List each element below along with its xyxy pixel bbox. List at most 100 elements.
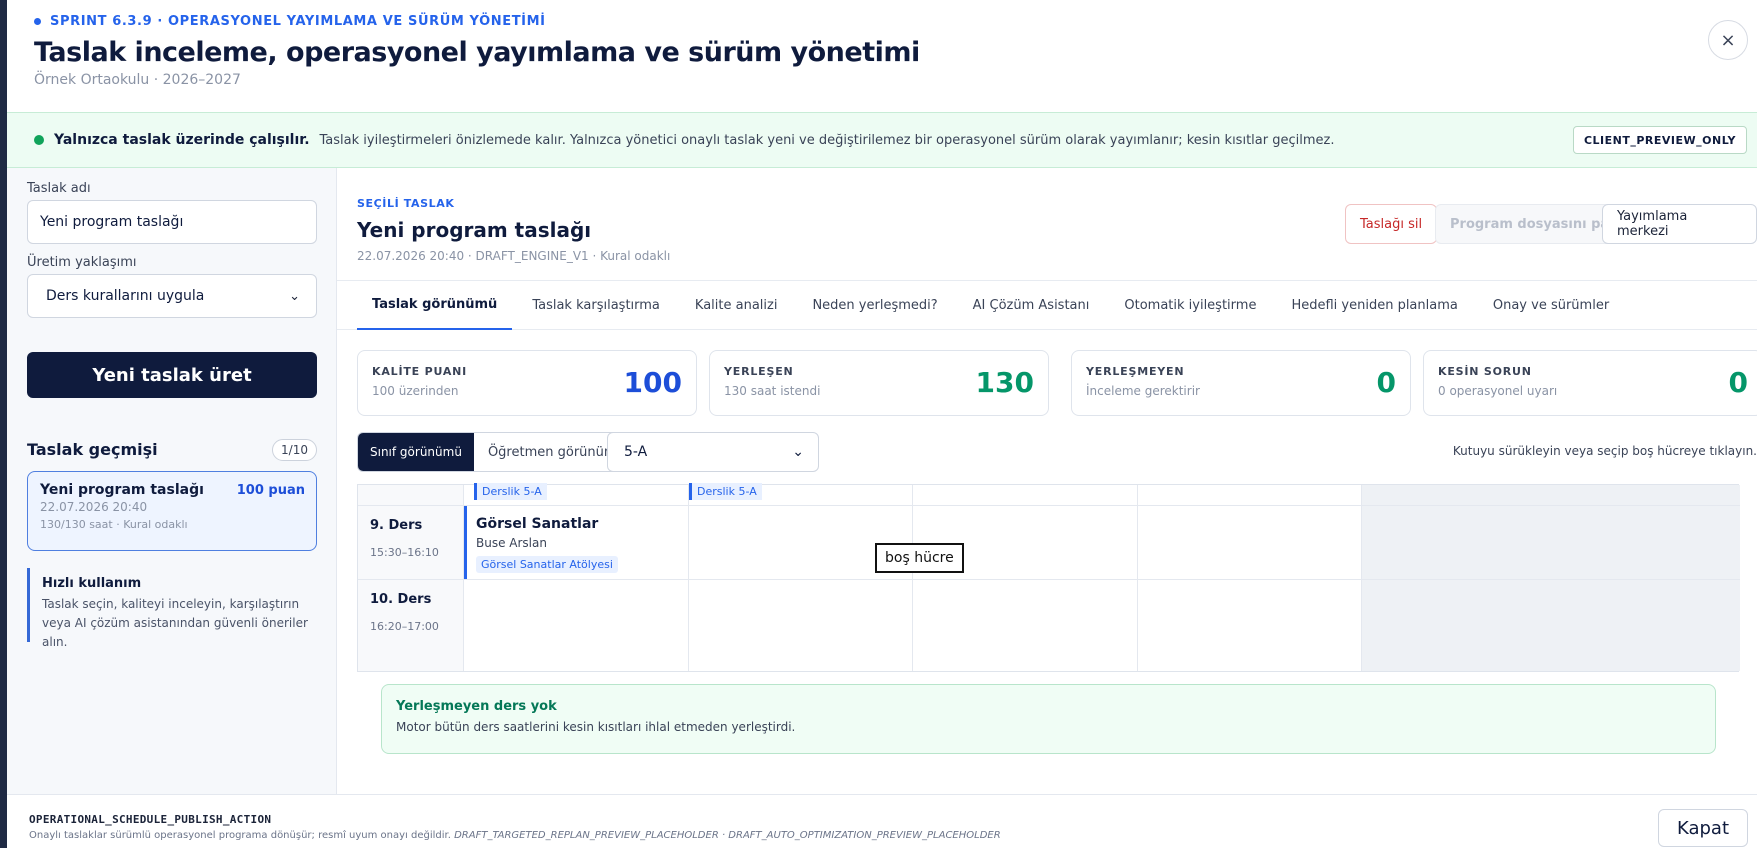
kpi-sub: 0 operasyonel uyarı [1438,384,1558,398]
tab-targeted-replan[interactable]: Hedefli yeniden planlama [1291,280,1457,330]
schedule-grid: Derslik 5-A Derslik 5-A 9. Ders 15:30–16… [357,483,1740,672]
view-toggle: Sınıf görünümü Öğretmen görünümü [357,432,640,472]
history-item-meta: 130/130 saat · Kural odaklı [40,518,188,531]
page-title: Taslak inceleme, operasyonel yayımlama v… [34,37,920,68]
period-time: 15:30–16:10 [370,546,439,559]
grid-row-header: 10. Ders 16:20–17:00 [358,580,464,671]
grid-cell[interactable] [1362,580,1740,671]
close-icon[interactable]: × [1708,20,1748,60]
notice-title: Yerleşmeyen ders yok [396,699,557,714]
modal-header: SPRINT 6.3.9 · OPERASYONEL YAYIMLAMA VE … [34,14,920,88]
kpi-sub: İnceleme gerektirir [1086,384,1200,398]
chevron-down-icon: ⌄ [792,444,804,460]
quick-usage-title: Hızlı kullanım [42,576,142,591]
tab-approval-versions[interactable]: Onay ve sürümler [1493,280,1609,330]
grid-cell[interactable] [1138,506,1362,580]
publishing-center-button[interactable]: Yayımlama merkezi [1602,204,1757,244]
tab-draft-compare[interactable]: Taslak karşılaştırma [532,280,660,330]
kpi-hard-issues: KESİN SORUN 0 operasyonel uyarı 0 [1423,350,1757,416]
period-time: 16:20–17:00 [370,620,439,633]
grid-cell[interactable]: Derslik 5-A [689,483,913,506]
tab-why-not-placed[interactable]: Neden yerleşmedi? [812,280,937,330]
kpi-placed: YERLEŞEN 130 saat istendi 130 [709,350,1049,416]
kpi-value: 0 [1728,366,1748,399]
quick-usage-description: Taslak seçin, kaliteyi inceleyin, karşıl… [42,597,308,649]
grid-cell[interactable] [1362,506,1740,580]
modal-footer: OPERATIONAL_SCHEDULE_PUBLISH_ACTION Onay… [7,794,1757,848]
kpi-value: 0 [1376,366,1396,399]
banner-description: Taslak iyileştirmeleri önizlemede kalır.… [319,132,1335,148]
history-item[interactable]: Yeni program taslağı 100 puan 22.07.2026… [27,471,317,551]
draft-name-input[interactable]: Yeni program taslağı [27,200,317,244]
grid-cell[interactable]: Görsel Sanatlar Buse Arslan Görsel Sanat… [464,506,689,580]
main-panel: SEÇİLİ TASLAK Yeni program taslağı 22.07… [337,168,1757,794]
draft-review-modal: SPRINT 6.3.9 · OPERASYONEL YAYIMLAMA VE … [7,0,1757,848]
room-tag: Derslik 5-A [474,483,547,500]
kpi-label: YERLEŞMEYEN [1086,365,1185,378]
selected-draft-name: Yeni program taslağı [357,218,592,242]
grid-cell[interactable]: Derslik 5-A [464,483,689,506]
drag-hint: Kutuyu sürükleyin veya seçip boş hücreye… [1452,444,1757,458]
sprint-eyebrow: SPRINT 6.3.9 · OPERASYONEL YAYIMLAMA VE … [34,14,920,29]
grid-cell[interactable] [1138,580,1362,671]
banner-title: Yalnızca taslak üzerinde çalışılır. [54,132,310,148]
quick-usage-card: Hızlı kullanım Taslak seçin, kaliteyi in… [27,568,317,649]
draft-only-banner: Yalnızca taslak üzerinde çalışılır. Tasl… [7,112,1757,168]
grid-cell[interactable] [913,580,1138,671]
history-count-badge: 1/10 [272,439,317,461]
period-name: 10. Ders [370,592,432,607]
approach-select[interactable]: Ders kurallarını uygula ⌄ [27,274,317,318]
tab-quality-analysis[interactable]: Kalite analizi [695,280,778,330]
notice-description: Motor bütün ders saatlerini kesin kısıtl… [396,720,796,734]
history-item-score: 100 puan [236,483,305,498]
grid-cell[interactable] [464,580,689,671]
period-name: 9. Ders [370,518,423,533]
approach-label: Üretim yaklaşımı [27,255,137,270]
page-subtitle: Örnek Ortaokulu · 2026–2027 [34,72,241,88]
delete-draft-button[interactable]: Taslağı sil [1345,204,1438,244]
tab-auto-optimization[interactable]: Otomatik iyileştirme [1124,280,1256,330]
selected-draft-eyebrow: SEÇİLİ TASLAK [357,197,455,210]
kpi-value: 130 [975,366,1034,399]
grid-cell[interactable] [913,485,1138,506]
kpi-value: 100 [623,366,682,399]
approach-value: Ders kurallarını uygula [46,288,205,304]
lesson-teacher: Buse Arslan [476,536,547,550]
footer-description-text: Onaylı taslaklar sürümlü operasyonel pro… [29,830,451,841]
draft-name-label: Taslak adı [27,181,91,196]
eyebrow-text: SPRINT 6.3.9 · OPERASYONEL YAYIMLAMA VE … [50,14,546,29]
room-tag: Görsel Sanatlar Atölyesi [476,556,618,573]
status-dot-icon [34,135,44,145]
grid-cell[interactable] [1362,485,1740,506]
grid-row-header [358,485,464,506]
class-select[interactable]: 5-A ⌄ [607,432,819,472]
close-button[interactable]: Kapat [1658,809,1748,847]
footer-placeholders: DRAFT_TARGETED_REPLAN_PREVIEW_PLACEHOLDE… [454,830,1001,841]
empty-cell-tooltip: boş hücre [875,543,964,573]
class-view-button[interactable]: Sınıf görünümü [358,433,474,471]
client-preview-badge: CLIENT_PREVIEW_ONLY [1572,126,1747,154]
kpi-label: KESİN SORUN [1438,365,1532,378]
footer-title: OPERATIONAL_SCHEDULE_PUBLISH_ACTION [29,813,272,826]
footer-description: Onaylı taslaklar sürümlü operasyonel pro… [29,830,1001,841]
tab-bar: Taslak görünümü Taslak karşılaştırma Kal… [337,280,1757,330]
grid-cell[interactable] [689,580,913,671]
grid-row-header: 9. Ders 15:30–16:10 [358,506,464,580]
grid-cell[interactable] [1138,485,1362,506]
kpi-unplaced: YERLEŞMEYEN İnceleme gerektirir 0 [1071,350,1411,416]
tab-ai-assistant[interactable]: AI Çözüm Asistanı [973,280,1090,330]
lesson-name: Görsel Sanatlar [476,516,599,532]
eyebrow-dot-icon [34,18,41,25]
kpi-quality-score: KALİTE PUANI 100 üzerinden 100 [357,350,697,416]
class-select-value: 5-A [624,444,648,460]
lesson-card[interactable]: Görsel Sanatlar Buse Arslan Görsel Sanat… [464,506,688,579]
generate-draft-button[interactable]: Yeni taslak üret [27,352,317,398]
tab-draft-view[interactable]: Taslak görünümü [357,280,513,330]
history-title: Taslak geçmişi [27,440,158,459]
chevron-down-icon: ⌄ [289,288,300,304]
history-item-date: 22.07.2026 20:40 [40,500,148,514]
background-app-strip [0,0,7,848]
no-unplaced-notice: Yerleşmeyen ders yok Motor bütün ders sa… [381,684,1716,754]
room-tag: Derslik 5-A [689,483,762,500]
sidebar: Taslak adı Yeni program taslağı Üretim y… [7,168,337,794]
